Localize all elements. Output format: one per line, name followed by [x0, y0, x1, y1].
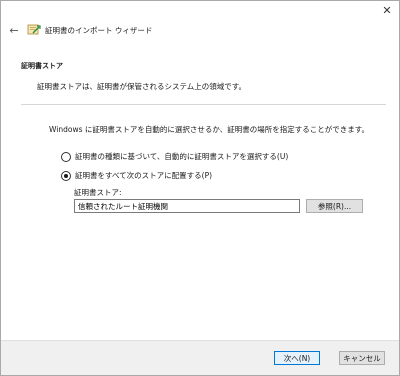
title-bar: ← 証明書のインポート ウィザード [1, 19, 399, 41]
radio-auto-select-store[interactable]: 証明書の種類に基づいて、自動的に証明書ストアを選択する(U) [61, 151, 288, 162]
certificate-store-field[interactable] [74, 199, 300, 213]
certificate-wizard-icon [27, 24, 41, 35]
footer-bar: 次へ(N) キャンセル [1, 340, 399, 375]
cancel-button[interactable]: キャンセル [339, 351, 385, 365]
window-title: 証明書のインポート ウィザード [45, 25, 153, 35]
radio-manual-label: 証明書をすべて次のストアに配置する(P) [75, 171, 213, 180]
browse-button[interactable]: 参照(R)... [306, 199, 363, 213]
page-header: 証明書ストア 証明書ストアは、証明書が保管されるシステム上の領域です。 [21, 61, 381, 92]
close-icon[interactable]: ✕ [379, 3, 395, 17]
wizard-window: ✕ ← 証明書のインポート ウィザード 証明書ストア 証明書ストアは、証明書が保… [0, 0, 400, 376]
page-description: 証明書ストアは、証明書が保管されるシステム上の領域です。 [37, 82, 247, 91]
next-button[interactable]: 次へ(N) [274, 351, 320, 365]
store-label: 証明書ストア: [74, 188, 122, 197]
back-arrow-icon[interactable]: ← [7, 23, 21, 37]
radio-button-selected[interactable] [61, 170, 71, 181]
intro-text: Windows に証明書ストアを自動的に選択させるか、証明書の場所を指定すること… [49, 125, 369, 134]
header-divider [21, 104, 386, 105]
radio-auto-label: 証明書の種類に基づいて、自動的に証明書ストアを選択する(U) [75, 152, 289, 161]
radio-place-in-store[interactable]: 証明書をすべて次のストアに配置する(P) [61, 170, 212, 181]
page-title: 証明書ストア [21, 62, 63, 70]
radio-button-unselected[interactable] [61, 151, 71, 162]
